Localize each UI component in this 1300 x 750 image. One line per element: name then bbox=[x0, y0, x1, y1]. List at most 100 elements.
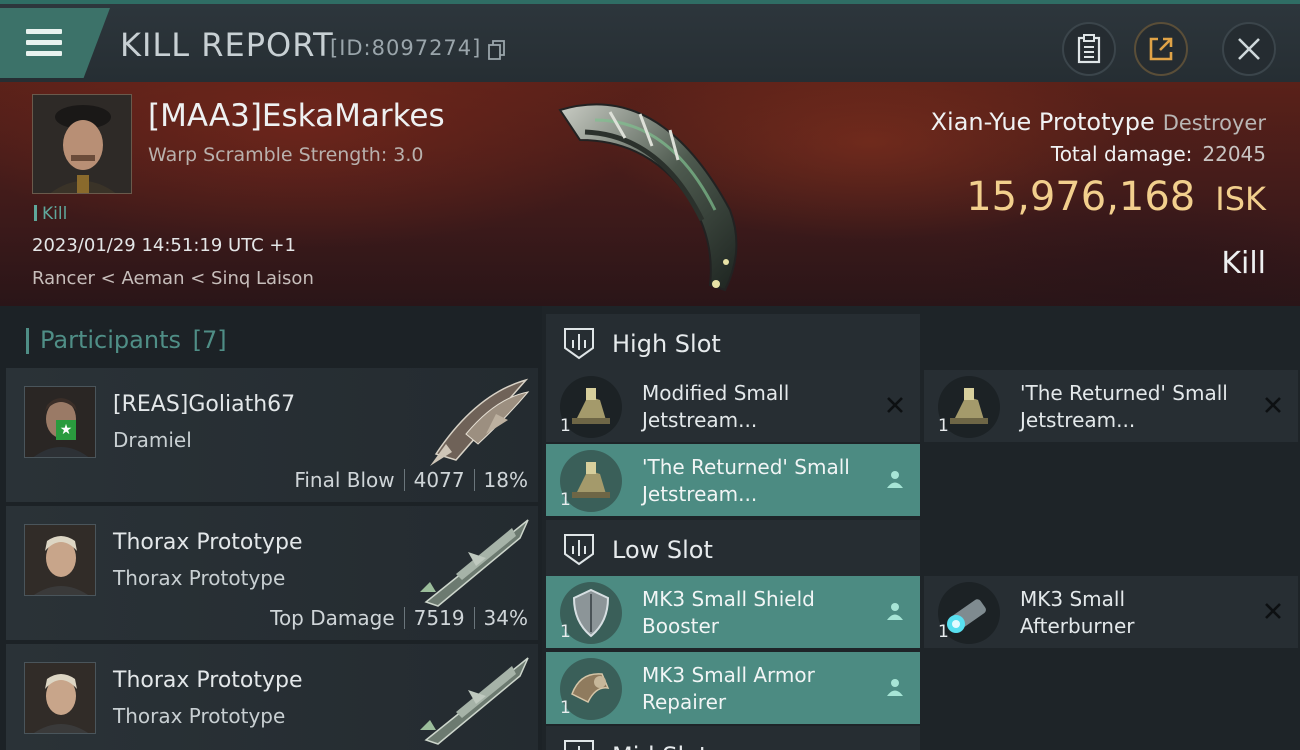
victim-ship[interactable]: Xian-Yue Prototype Destroyer bbox=[931, 108, 1266, 136]
dropped-person-icon bbox=[887, 679, 903, 696]
close-button[interactable] bbox=[1222, 22, 1276, 76]
participants-label: Participants bbox=[40, 326, 181, 354]
isk-amount: 15,976,168 bbox=[966, 174, 1196, 220]
module-name-line: Booster bbox=[642, 614, 719, 638]
module-name-line: MK3 Small bbox=[1020, 587, 1125, 611]
participant-name: [REAS]Goliath67 bbox=[113, 392, 296, 417]
module-name: MK3 Small Shield Booster bbox=[642, 586, 862, 640]
isk-value: 15,976,168 ISK bbox=[966, 174, 1266, 220]
fitting-panel: High Slot 1 Modified Small Jetstream... 1… bbox=[542, 306, 1300, 750]
module-name-line: MK3 Small Armor bbox=[642, 663, 815, 687]
module-item[interactable]: 1 Modified Small Jetstream... bbox=[546, 370, 920, 442]
participant-damage: 4077 bbox=[413, 468, 465, 492]
mid-slot-header: Mid Slot bbox=[546, 726, 920, 750]
participant-ship: Thorax Prototype bbox=[113, 704, 286, 728]
copy-icon[interactable] bbox=[488, 40, 506, 60]
participant-percent: 34% bbox=[483, 606, 528, 630]
total-damage-label: Total damage: bbox=[1050, 142, 1193, 166]
title-bar: KILL REPORT [ID:8097274] bbox=[0, 0, 1300, 82]
module-name: MK3 Small Armor Repairer bbox=[642, 662, 862, 716]
participant-ship-image bbox=[420, 519, 529, 607]
victim-name[interactable]: [MAA3]EskaMarkes bbox=[148, 98, 445, 134]
module-item[interactable]: 1 MK3 Small Armor Repairer bbox=[546, 652, 920, 724]
high-slot-title: High Slot bbox=[612, 330, 721, 358]
participants-title: Participants [7] bbox=[26, 326, 227, 354]
participant-name: Thorax Prototype bbox=[113, 530, 303, 555]
module-item[interactable]: 1 'The Returned' Small Jetstream... bbox=[546, 444, 920, 516]
kill-datetime: 2023/01/29 14:51:19 UTC +1 bbox=[32, 235, 296, 256]
module-name: Modified Small Jetstream... bbox=[642, 380, 862, 434]
total-damage-value: 22045 bbox=[1202, 142, 1266, 166]
module-name-line: Jetstream... bbox=[642, 482, 758, 506]
module-name-line: 'The Returned' Small bbox=[1020, 381, 1228, 405]
share-icon bbox=[1149, 37, 1173, 61]
dropped-person-icon bbox=[887, 603, 903, 620]
participants-panel: Participants [7] ★ [REAS]Goliath67 Drami… bbox=[0, 306, 542, 750]
mid-slot-icon bbox=[564, 740, 594, 750]
low-slot-header: Low Slot bbox=[546, 520, 920, 578]
destroyed-x-icon bbox=[1265, 397, 1281, 413]
warp-scramble-strength: Warp Scramble Strength: 3.0 bbox=[148, 144, 424, 166]
module-name-line: Repairer bbox=[642, 690, 727, 714]
participant-row[interactable]: Thorax Prototype Thorax Prototype Top Da… bbox=[6, 506, 538, 640]
clipboard-icon bbox=[1077, 34, 1101, 64]
participant-stats: Final Blow 4077 18% bbox=[294, 468, 528, 492]
module-quantity: 1 bbox=[938, 416, 949, 436]
low-slot-icon bbox=[564, 534, 594, 566]
clipboard-button[interactable] bbox=[1062, 22, 1116, 76]
kill-tag: Kill bbox=[34, 204, 67, 224]
victim-avatar[interactable] bbox=[32, 94, 132, 194]
victim-ship-class: Destroyer bbox=[1162, 111, 1266, 135]
kill-summary-banner: [MAA3]EskaMarkes Warp Scramble Strength:… bbox=[0, 82, 1300, 306]
module-name-line: Afterburner bbox=[1020, 614, 1135, 638]
dropped-person-icon bbox=[887, 471, 903, 488]
mid-slot-title: Mid Slot bbox=[612, 742, 708, 750]
module-quantity: 1 bbox=[560, 416, 571, 436]
menu-icon-bar bbox=[26, 40, 62, 45]
avatar bbox=[24, 524, 96, 596]
kill-location: Rancer < Aeman < Sinq Laison bbox=[32, 268, 314, 289]
report-id: [ID:8097274] bbox=[330, 36, 482, 60]
module-name-line: Modified Small bbox=[642, 381, 790, 405]
victim-ship-image bbox=[558, 103, 738, 292]
participant-ship: Dramiel bbox=[113, 428, 192, 452]
final-blow-star-icon: ★ bbox=[56, 420, 76, 440]
module-name-line: Jetstream... bbox=[642, 408, 758, 432]
participants-count: [7] bbox=[192, 326, 227, 354]
module-quantity: 1 bbox=[560, 698, 571, 718]
victim-ship-name: Xian-Yue Prototype bbox=[930, 108, 1155, 136]
participant-percent: 18% bbox=[483, 468, 528, 492]
share-button[interactable] bbox=[1134, 22, 1188, 76]
destroyed-x-icon bbox=[887, 397, 903, 413]
module-quantity: 1 bbox=[560, 622, 571, 642]
high-slot-icon bbox=[564, 328, 594, 360]
divider bbox=[473, 607, 475, 629]
divider bbox=[473, 469, 475, 491]
module-item[interactable]: 1 MK3 Small Shield Booster bbox=[546, 576, 920, 648]
module-item[interactable]: 1 'The Returned' Small Jetstream... bbox=[924, 370, 1298, 442]
participant-role: Top Damage bbox=[270, 606, 395, 630]
participant-name: Thorax Prototype bbox=[113, 668, 303, 693]
destroyed-x-icon bbox=[1265, 603, 1281, 619]
participant-role: Final Blow bbox=[294, 468, 395, 492]
menu-button[interactable] bbox=[0, 8, 110, 78]
module-item[interactable]: 1 MK3 Small Afterburner bbox=[924, 576, 1298, 648]
module-name-line: MK3 Small Shield bbox=[642, 587, 815, 611]
module-quantity: 1 bbox=[560, 490, 571, 510]
participant-ship-image bbox=[420, 657, 529, 745]
module-name: 'The Returned' Small Jetstream... bbox=[1020, 380, 1240, 434]
isk-unit: ISK bbox=[1215, 180, 1266, 218]
page-title: KILL REPORT bbox=[120, 26, 334, 64]
participant-row[interactable]: ★ [REAS]Goliath67 Dramiel Final Blow 4077… bbox=[6, 368, 538, 502]
low-slot-title: Low Slot bbox=[612, 536, 713, 564]
divider bbox=[403, 607, 405, 629]
module-name-line: Jetstream... bbox=[1020, 408, 1136, 432]
module-name: 'The Returned' Small Jetstream... bbox=[642, 454, 862, 508]
participant-ship-image bbox=[430, 378, 530, 466]
avatar bbox=[24, 662, 96, 734]
module-name: MK3 Small Afterburner bbox=[1020, 586, 1240, 640]
participant-row[interactable]: Thorax Prototype Thorax Prototype bbox=[6, 644, 538, 750]
menu-icon bbox=[26, 29, 62, 34]
module-name-line: 'The Returned' Small bbox=[642, 455, 850, 479]
module-quantity: 1 bbox=[938, 622, 949, 642]
